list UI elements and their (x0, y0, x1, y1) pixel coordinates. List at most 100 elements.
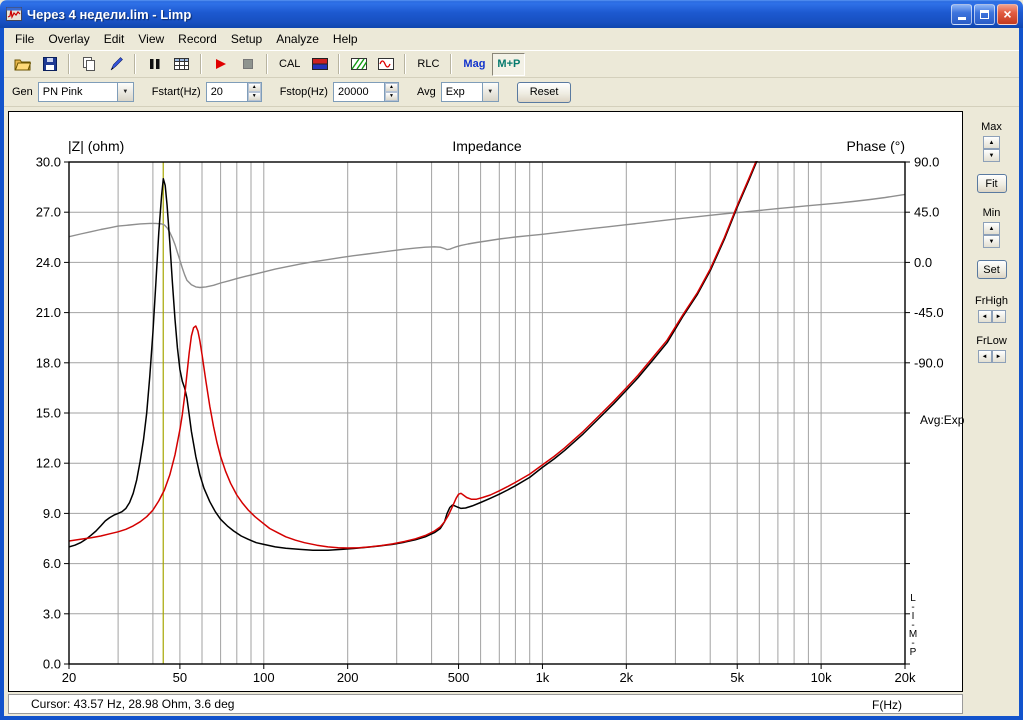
app-icon (6, 7, 22, 21)
svg-text:-45.0: -45.0 (914, 305, 944, 320)
set-button[interactable]: Set (976, 260, 1007, 279)
impedance-chart[interactable]: 0.0 3.0 6.0 9.0 12.0 15.0 18.0 21.0 24.0 27.0 30.0… (9, 112, 962, 691)
fstop-input[interactable]: 20000 ▲ ▼ (332, 82, 399, 102)
stop-icon (242, 59, 253, 69)
svg-text:Impedance: Impedance (452, 138, 521, 154)
svg-text:2k: 2k (619, 670, 633, 685)
menu-item-record[interactable]: Record (171, 30, 224, 48)
signal-view-button[interactable] (373, 53, 398, 76)
max-spinner: ▲ ▼ (983, 136, 1000, 162)
open-button[interactable] (10, 53, 35, 76)
svg-text:30.0: 30.0 (36, 155, 61, 170)
fstart-up-button[interactable]: ▲ (247, 83, 261, 92)
svg-text:500: 500 (448, 670, 470, 685)
pen-icon (110, 57, 123, 71)
svg-text:24.0: 24.0 (36, 255, 61, 270)
maximize-button[interactable] (974, 3, 995, 25)
sine-wave-icon (377, 58, 394, 70)
record-start-button[interactable] (208, 53, 233, 76)
fstop-down-button[interactable]: ▼ (384, 92, 398, 101)
averaging-select[interactable]: Exp ▼ (440, 82, 499, 102)
svg-text:5k: 5k (730, 670, 744, 685)
app-window: Через 4 недели.lim - Limp × File Overlay… (0, 0, 1023, 720)
save-button[interactable] (37, 53, 62, 76)
chart-axes: 0.0 3.0 6.0 9.0 12.0 15.0 18.0 21.0 24.0 27.0 30.0… (36, 138, 944, 685)
copy-icon (82, 57, 95, 71)
minimize-icon (957, 17, 966, 20)
svg-text:15.0: 15.0 (36, 406, 61, 421)
chevron-down-icon[interactable]: ▼ (481, 83, 498, 101)
copy-button[interactable] (76, 53, 101, 76)
hatch-view-button[interactable] (346, 53, 371, 76)
chevron-down-icon[interactable]: ▼ (116, 83, 133, 101)
x-axis-unit-label: F(Hz) (872, 698, 902, 712)
avg-label: Avg (416, 86, 436, 98)
menu-item-help[interactable]: Help (326, 30, 365, 48)
cursor-readout: Cursor: 43.57 Hz, 28.98 Ohm, 3.6 deg (31, 697, 235, 711)
record-stop-button[interactable] (235, 53, 260, 76)
frlow-label: FrLow (976, 335, 1007, 347)
close-button[interactable]: × (997, 3, 1018, 25)
frlow-left-button[interactable]: ◄ (977, 350, 992, 363)
frhigh-right-button[interactable]: ► (991, 310, 1006, 323)
toolbar-separator (266, 54, 268, 74)
fstop-value: 20000 (337, 86, 369, 98)
red-blue-flag-icon (311, 58, 328, 70)
avg-mode-indicator: Avg:Exp (920, 413, 965, 427)
max-down-button[interactable]: ▼ (983, 149, 1000, 162)
calibrate-button[interactable]: CAL (274, 53, 305, 76)
graph-side-panel: Max ▲ ▼ Fit Min ▲ ▼ Set FrHigh ◄ ► FrLow (964, 107, 1019, 716)
green-hatch-icon (350, 58, 367, 70)
channel-flag-button[interactable] (307, 53, 332, 76)
play-icon (215, 59, 226, 69)
svg-text:6.0: 6.0 (43, 556, 61, 571)
toolbar: CAL RLC Mag M+P (4, 50, 1019, 78)
svg-text:|Z| (ohm): |Z| (ohm) (68, 138, 124, 154)
svg-text:27.0: 27.0 (36, 205, 61, 220)
magnitude-toggle-button[interactable]: Mag (458, 53, 490, 76)
gen-label: Gen (12, 86, 33, 98)
pause-icon (149, 59, 159, 69)
menu-item-file[interactable]: File (8, 30, 41, 48)
minimize-button[interactable] (951, 3, 972, 25)
menu-item-edit[interactable]: Edit (97, 30, 132, 48)
reset-button[interactable]: Reset (516, 81, 572, 103)
impedance-black (69, 161, 758, 551)
menu-item-view[interactable]: View (131, 30, 171, 48)
fstop-label: Fstop(Hz) (279, 86, 328, 98)
min-up-button[interactable]: ▲ (983, 222, 1000, 235)
toolbar-separator (404, 54, 407, 74)
window-title: Через 4 недели.lim - Limp (27, 6, 192, 22)
rlc-button[interactable]: RLC (412, 53, 444, 76)
impedance-red (69, 161, 758, 549)
menu-item-setup[interactable]: Setup (224, 30, 269, 48)
fstart-down-button[interactable]: ▼ (247, 92, 261, 101)
generator-select[interactable]: PN Pink ▼ (37, 82, 134, 102)
pen-edit-button[interactable] (103, 53, 128, 76)
svg-text:1k: 1k (536, 670, 550, 685)
max-up-button[interactable]: ▲ (983, 136, 1000, 149)
menu-bar: File Overlay Edit View Record Setup Anal… (4, 28, 1019, 50)
frhigh-left-button[interactable]: ◄ (977, 310, 992, 323)
menu-item-overlay[interactable]: Overlay (41, 30, 96, 48)
table-button[interactable] (169, 53, 194, 76)
fit-button[interactable]: Fit (976, 174, 1007, 193)
svg-text:45.0: 45.0 (914, 205, 939, 220)
toolbar-separator (338, 54, 341, 74)
frlow-right-button[interactable]: ► (991, 350, 1006, 363)
pause-button[interactable] (142, 53, 167, 76)
svg-text:100: 100 (253, 670, 275, 685)
max-label: Max (981, 121, 1002, 133)
table-icon (174, 58, 189, 70)
fstart-input[interactable]: 20 ▲ ▼ (205, 82, 262, 102)
min-down-button[interactable]: ▼ (983, 235, 1000, 248)
svg-text:Phase (°): Phase (°) (846, 138, 905, 154)
phase-gray (69, 193, 905, 289)
fstop-up-button[interactable]: ▲ (384, 83, 398, 92)
magnitude-phase-toggle-button[interactable]: M+P (492, 52, 526, 76)
menu-item-analyze[interactable]: Analyze (269, 30, 326, 48)
svg-text:10k: 10k (811, 670, 832, 685)
svg-text:20: 20 (62, 670, 76, 685)
svg-text:3.0: 3.0 (43, 606, 61, 621)
toolbar-separator (450, 54, 453, 74)
